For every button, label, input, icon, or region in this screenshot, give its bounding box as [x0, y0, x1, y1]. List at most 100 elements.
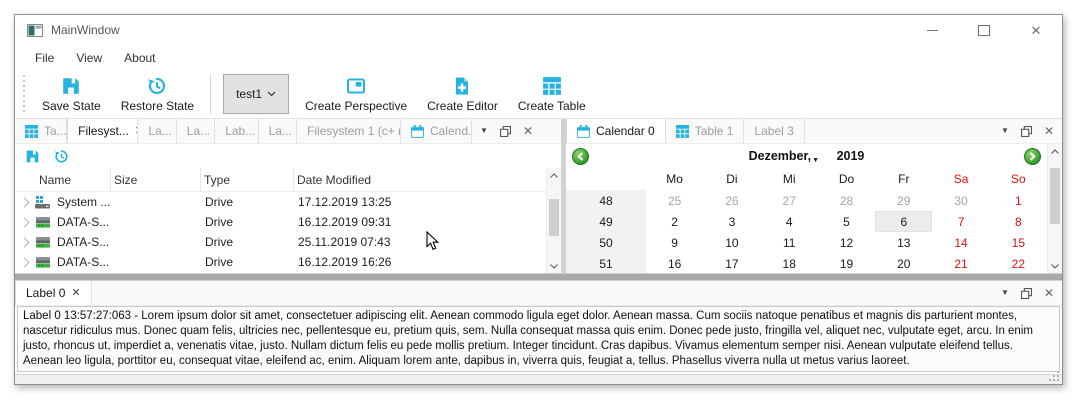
horizontal-splitter[interactable] — [15, 273, 1062, 281]
day-cell-selected[interactable]: 6 — [875, 211, 932, 232]
tab-table-1[interactable]: Table 1 — [666, 119, 745, 143]
table-row[interactable]: DATA-S... Drive 25.11.2019 07:43 — [15, 232, 546, 252]
tab-label-0[interactable]: Label 0 ✕ — [15, 281, 92, 305]
panel-close-icon[interactable]: ✕ — [1044, 125, 1054, 137]
day-cell[interactable]: 29 — [875, 190, 932, 211]
day-cell[interactable]: 9 — [646, 232, 703, 253]
tab-filesystem-1[interactable]: Filesystem 1 (c+ m... — [297, 119, 401, 143]
tab-label-3[interactable]: Label 3 — [744, 119, 804, 143]
calendar-scrollbar[interactable] — [1047, 144, 1062, 273]
maximize-button[interactable] — [958, 15, 1010, 45]
expand-icon[interactable] — [20, 197, 30, 207]
day-cell[interactable]: 21 — [932, 253, 989, 273]
next-month-button[interactable] — [1024, 148, 1041, 165]
scroll-up-icon[interactable] — [1051, 144, 1059, 158]
restore-state-button[interactable]: Restore State — [111, 70, 204, 118]
table-row[interactable]: System ... Drive 17.12.2019 13:25 — [15, 192, 546, 212]
tab-close-icon[interactable]: ✕ — [71, 288, 80, 299]
column-header-name[interactable]: Name — [15, 168, 111, 191]
expand-icon[interactable] — [20, 257, 30, 267]
tab-list-dropdown-icon[interactable]: ▼ — [480, 127, 488, 135]
day-cell[interactable]: 22 — [990, 253, 1047, 273]
restore-icon[interactable] — [54, 149, 69, 164]
undock-icon[interactable] — [500, 126, 511, 137]
day-cell[interactable]: 17 — [703, 253, 760, 273]
panel-close-icon[interactable]: ✕ — [1044, 287, 1054, 299]
day-cell[interactable]: 2 — [646, 211, 703, 232]
day-cell[interactable]: 28 — [818, 190, 875, 211]
tab-calendar-0[interactable]: Calendar 0 — [566, 119, 666, 143]
scroll-thumb[interactable] — [1050, 168, 1060, 224]
prev-month-button[interactable] — [572, 148, 589, 165]
create-editor-button[interactable]: Create Editor — [417, 70, 508, 118]
undock-icon[interactable] — [1021, 288, 1032, 299]
day-cell[interactable]: 26 — [703, 190, 760, 211]
save-icon[interactable] — [25, 149, 40, 164]
scroll-down-icon[interactable] — [550, 259, 558, 273]
perspective-combo[interactable]: test1 — [223, 74, 289, 114]
day-cell[interactable]: 3 — [703, 211, 760, 232]
scroll-thumb[interactable] — [549, 199, 559, 236]
row-date-modified: 17.12.2019 13:25 — [294, 195, 546, 209]
day-cell[interactable]: 13 — [875, 232, 932, 253]
save-state-label: Save State — [42, 99, 101, 113]
day-cell[interactable]: 16 — [646, 253, 703, 273]
minimize-button[interactable] — [906, 15, 958, 45]
save-state-button[interactable]: Save State — [32, 70, 111, 118]
day-cell[interactable]: 8 — [990, 211, 1047, 232]
scroll-up-icon[interactable] — [550, 168, 558, 182]
menu-bar: File View About — [15, 45, 1062, 70]
calendar-month-year[interactable]: Dezember,▼ 2019 — [589, 149, 1024, 164]
column-header-date-modified[interactable]: Date Modified — [294, 168, 546, 191]
day-cell[interactable]: 4 — [761, 211, 818, 232]
day-cell[interactable]: 19 — [818, 253, 875, 273]
day-cell[interactable]: 10 — [703, 232, 760, 253]
day-cell[interactable]: 25 — [646, 190, 703, 211]
tab-list-dropdown-icon[interactable]: ▼ — [1001, 127, 1009, 135]
create-perspective-button[interactable]: Create Perspective — [295, 70, 417, 118]
day-cell[interactable]: 1 — [990, 190, 1047, 211]
menu-about[interactable]: About — [114, 48, 165, 68]
title-bar[interactable]: MainWindow ✕ — [15, 15, 1062, 45]
expand-icon[interactable] — [20, 237, 30, 247]
day-cell[interactable]: 27 — [761, 190, 818, 211]
table-row[interactable]: DATA-S... Drive 16.12.2019 09:31 — [15, 212, 546, 232]
day-cell[interactable]: 18 — [761, 253, 818, 273]
day-cell[interactable]: 5 — [818, 211, 875, 232]
undock-icon[interactable] — [1021, 126, 1032, 137]
table-row[interactable]: DATA-S... Drive 16.12.2019 16:26 — [15, 252, 546, 272]
scroll-track[interactable] — [1048, 158, 1062, 259]
create-table-button[interactable]: Create Table — [508, 70, 596, 118]
tree-scrollbar[interactable] — [546, 168, 561, 273]
tab-filesystem-0[interactable]: Filesyst... ✕ — [67, 119, 138, 143]
tab-label-1[interactable]: La... — [138, 119, 176, 143]
row-type: Drive — [201, 215, 294, 229]
tab-label-4[interactable]: Lab... — [215, 119, 258, 143]
menu-file[interactable]: File — [25, 48, 64, 68]
tab-table-0[interactable]: Ta... — [15, 119, 67, 143]
day-cell[interactable]: 12 — [818, 232, 875, 253]
scroll-track[interactable] — [547, 182, 561, 259]
day-cell[interactable]: 30 — [932, 190, 989, 211]
month-label[interactable]: Dezember, — [749, 149, 812, 163]
scroll-down-icon[interactable] — [1051, 259, 1059, 273]
year-label[interactable]: 2019 — [837, 149, 865, 163]
day-cell[interactable]: 14 — [932, 232, 989, 253]
tab-label: Ta... — [44, 124, 67, 138]
column-header-size[interactable]: Size — [111, 168, 201, 191]
toolbar-drag-handle[interactable] — [21, 75, 26, 113]
day-cell[interactable]: 7 — [932, 211, 989, 232]
menu-view[interactable]: View — [66, 48, 112, 68]
panel-close-icon[interactable]: ✕ — [523, 125, 533, 137]
resize-grip[interactable] — [1049, 371, 1060, 382]
tab-list-dropdown-icon[interactable]: ▼ — [1001, 289, 1009, 297]
tab-calendar-1[interactable]: Calend... — [401, 119, 472, 143]
day-cell[interactable]: 20 — [875, 253, 932, 273]
day-cell[interactable]: 15 — [990, 232, 1047, 253]
tab-label-5[interactable]: La... — [259, 119, 297, 143]
tab-label-2[interactable]: La... — [177, 119, 215, 143]
day-cell[interactable]: 11 — [761, 232, 818, 253]
close-button[interactable]: ✕ — [1010, 15, 1062, 45]
column-header-type[interactable]: Type — [201, 168, 294, 191]
expand-icon[interactable] — [20, 217, 30, 227]
